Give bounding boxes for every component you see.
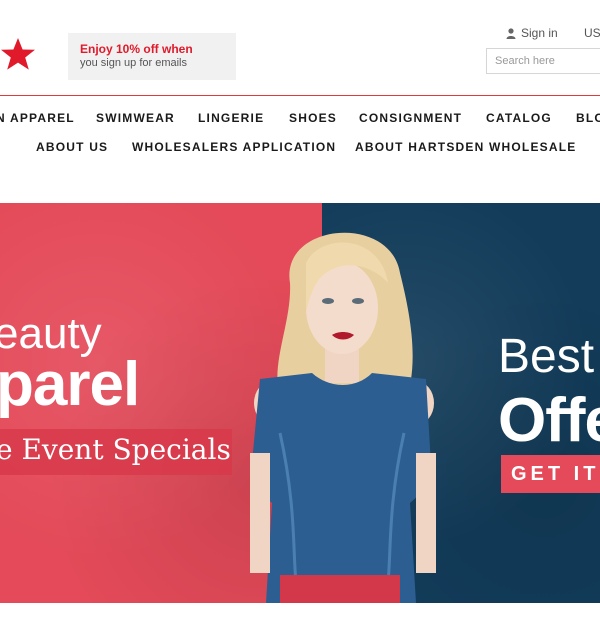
nav-item-shoes[interactable]: SHOES	[289, 111, 337, 125]
promo-title: Enjoy 10% off when	[80, 42, 193, 56]
sign-in-label: Sign in	[521, 26, 558, 40]
hero-right-headline-line2: Offe	[498, 386, 600, 455]
nav-item-lingerie[interactable]: LINGERIE	[198, 111, 264, 125]
star-logo-icon[interactable]	[0, 36, 36, 72]
nav-item-about-hartsden-wholesale[interactable]: ABOUT HARTSDEN WHOLESALE	[355, 140, 576, 154]
nav-item-women-apparel[interactable]: N APPAREL	[0, 111, 75, 125]
nav-item-wholesalers-application[interactable]: WHOLESALERS APPLICATION	[132, 140, 336, 154]
promo-subtitle: you sign up for emails	[80, 57, 187, 69]
get-it-button[interactable]: GET IT	[501, 455, 600, 493]
search-input[interactable]	[486, 48, 600, 74]
nav-item-swimwear[interactable]: SWIMWEAR	[96, 111, 175, 125]
hero-banner[interactable]: eauty parel e Event Specials Best Offe G…	[0, 203, 600, 603]
nav-item-about-us[interactable]: ABOUT US	[36, 140, 108, 154]
hero-subtitle: e Event Specials	[0, 433, 231, 466]
hero-right-headline-line1: Best	[498, 330, 595, 383]
nav-item-catalog[interactable]: CATALOG	[486, 111, 552, 125]
language-selector[interactable]: US	[584, 26, 600, 40]
user-icon	[506, 27, 516, 39]
nav-item-consignment[interactable]: CONSIGNMENT	[359, 111, 462, 125]
main-navigation: N APPAREL SWIMWEAR LINGERIE SHOES CONSIG…	[0, 96, 600, 166]
model-photo	[250, 232, 436, 603]
sign-in-link[interactable]: Sign in	[506, 26, 558, 40]
hero-headline-line2: parel	[0, 350, 140, 419]
site-header: Enjoy 10% off when you sign up for email…	[0, 0, 600, 96]
nav-item-blog[interactable]: BLO	[576, 111, 600, 125]
email-signup-promo[interactable]: Enjoy 10% off when you sign up for email…	[68, 33, 236, 80]
